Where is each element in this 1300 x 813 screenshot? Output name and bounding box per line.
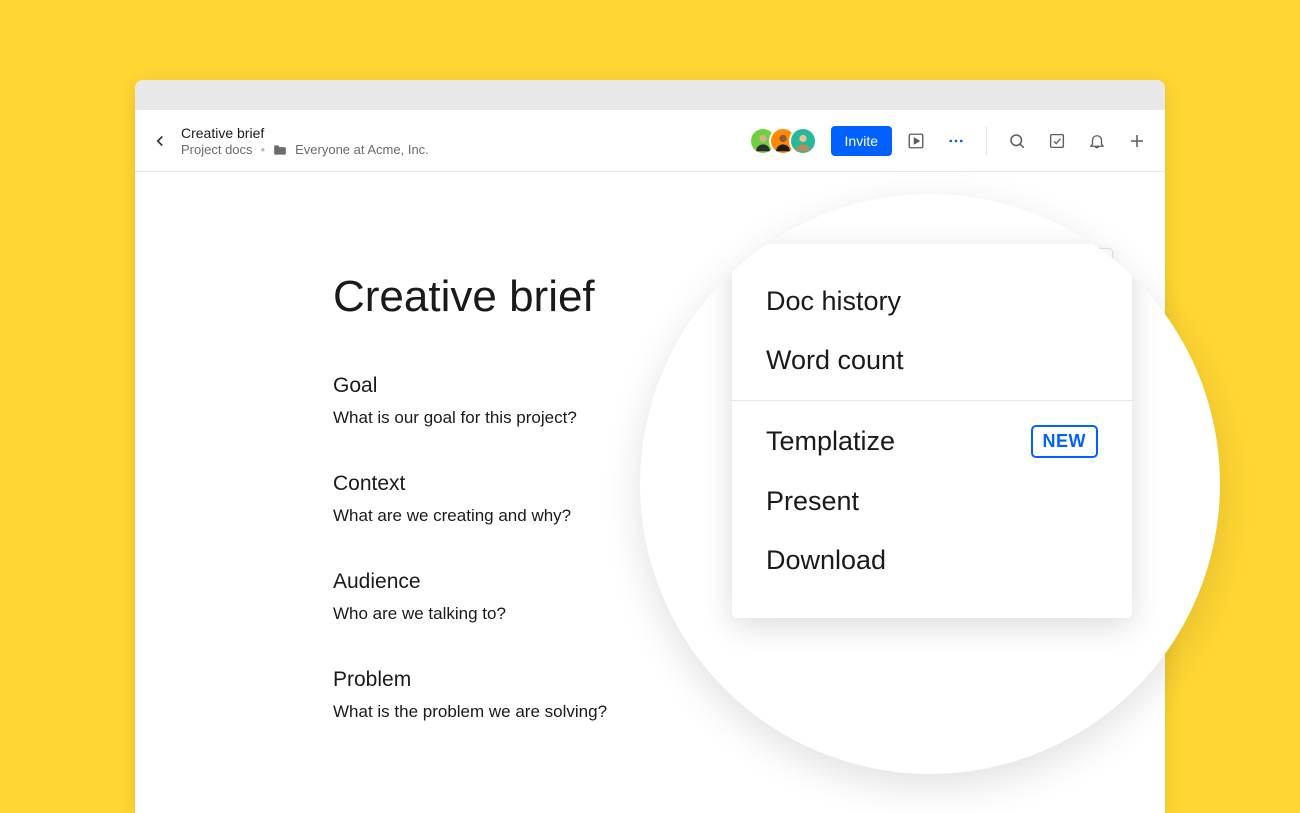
- menu-item-present[interactable]: Present: [732, 472, 1132, 531]
- search-icon: [1008, 132, 1026, 150]
- shared-folder-icon: [273, 144, 287, 156]
- breadcrumb-org[interactable]: Everyone at Acme, Inc.: [295, 142, 429, 157]
- menu-item-label: Word count: [766, 345, 904, 376]
- plus-icon: [1128, 132, 1146, 150]
- zoom-lens: Doc history Word count Templatize NEW Pr…: [640, 194, 1220, 774]
- menu-item-label: Doc history: [766, 286, 901, 317]
- menu-item-download[interactable]: Download: [732, 531, 1132, 590]
- doc-meta: Creative brief Project docs • Everyone a…: [181, 124, 749, 157]
- menu-item-label: Download: [766, 545, 886, 576]
- window-titlebar: [135, 80, 1165, 110]
- doc-title-small: Creative brief: [181, 124, 749, 142]
- more-button[interactable]: [940, 125, 972, 157]
- more-dropdown-zoomed: Doc history Word count Templatize NEW Pr…: [732, 244, 1132, 618]
- menu-item-templatize[interactable]: Templatize NEW: [732, 411, 1132, 472]
- present-button[interactable]: [900, 125, 932, 157]
- menu-item-doc-history[interactable]: Doc history: [732, 272, 1132, 331]
- notifications-button[interactable]: [1081, 125, 1113, 157]
- new-button[interactable]: [1121, 125, 1153, 157]
- menu-item-label: Templatize: [766, 426, 895, 457]
- back-button[interactable]: [145, 126, 175, 156]
- breadcrumb: Project docs • Everyone at Acme, Inc.: [181, 142, 749, 157]
- breadcrumb-separator: •: [261, 142, 266, 157]
- search-button[interactable]: [1001, 125, 1033, 157]
- more-horizontal-icon: [947, 132, 965, 150]
- header-divider: [986, 127, 987, 155]
- tasks-button[interactable]: [1041, 125, 1073, 157]
- header-actions: Invite: [749, 125, 1153, 157]
- bell-icon: [1088, 132, 1106, 150]
- menu-item-label: Present: [766, 486, 859, 517]
- chevron-left-icon: [151, 132, 169, 150]
- play-square-icon: [907, 132, 925, 150]
- breadcrumb-folder[interactable]: Project docs: [181, 142, 253, 157]
- menu-divider: [732, 400, 1132, 401]
- header: Creative brief Project docs • Everyone a…: [135, 110, 1165, 172]
- avatar-stack[interactable]: [749, 127, 817, 155]
- invite-button[interactable]: Invite: [831, 126, 892, 156]
- check-square-icon: [1048, 132, 1066, 150]
- new-badge: NEW: [1031, 425, 1099, 458]
- avatar: [789, 127, 817, 155]
- menu-item-word-count[interactable]: Word count: [732, 331, 1132, 390]
